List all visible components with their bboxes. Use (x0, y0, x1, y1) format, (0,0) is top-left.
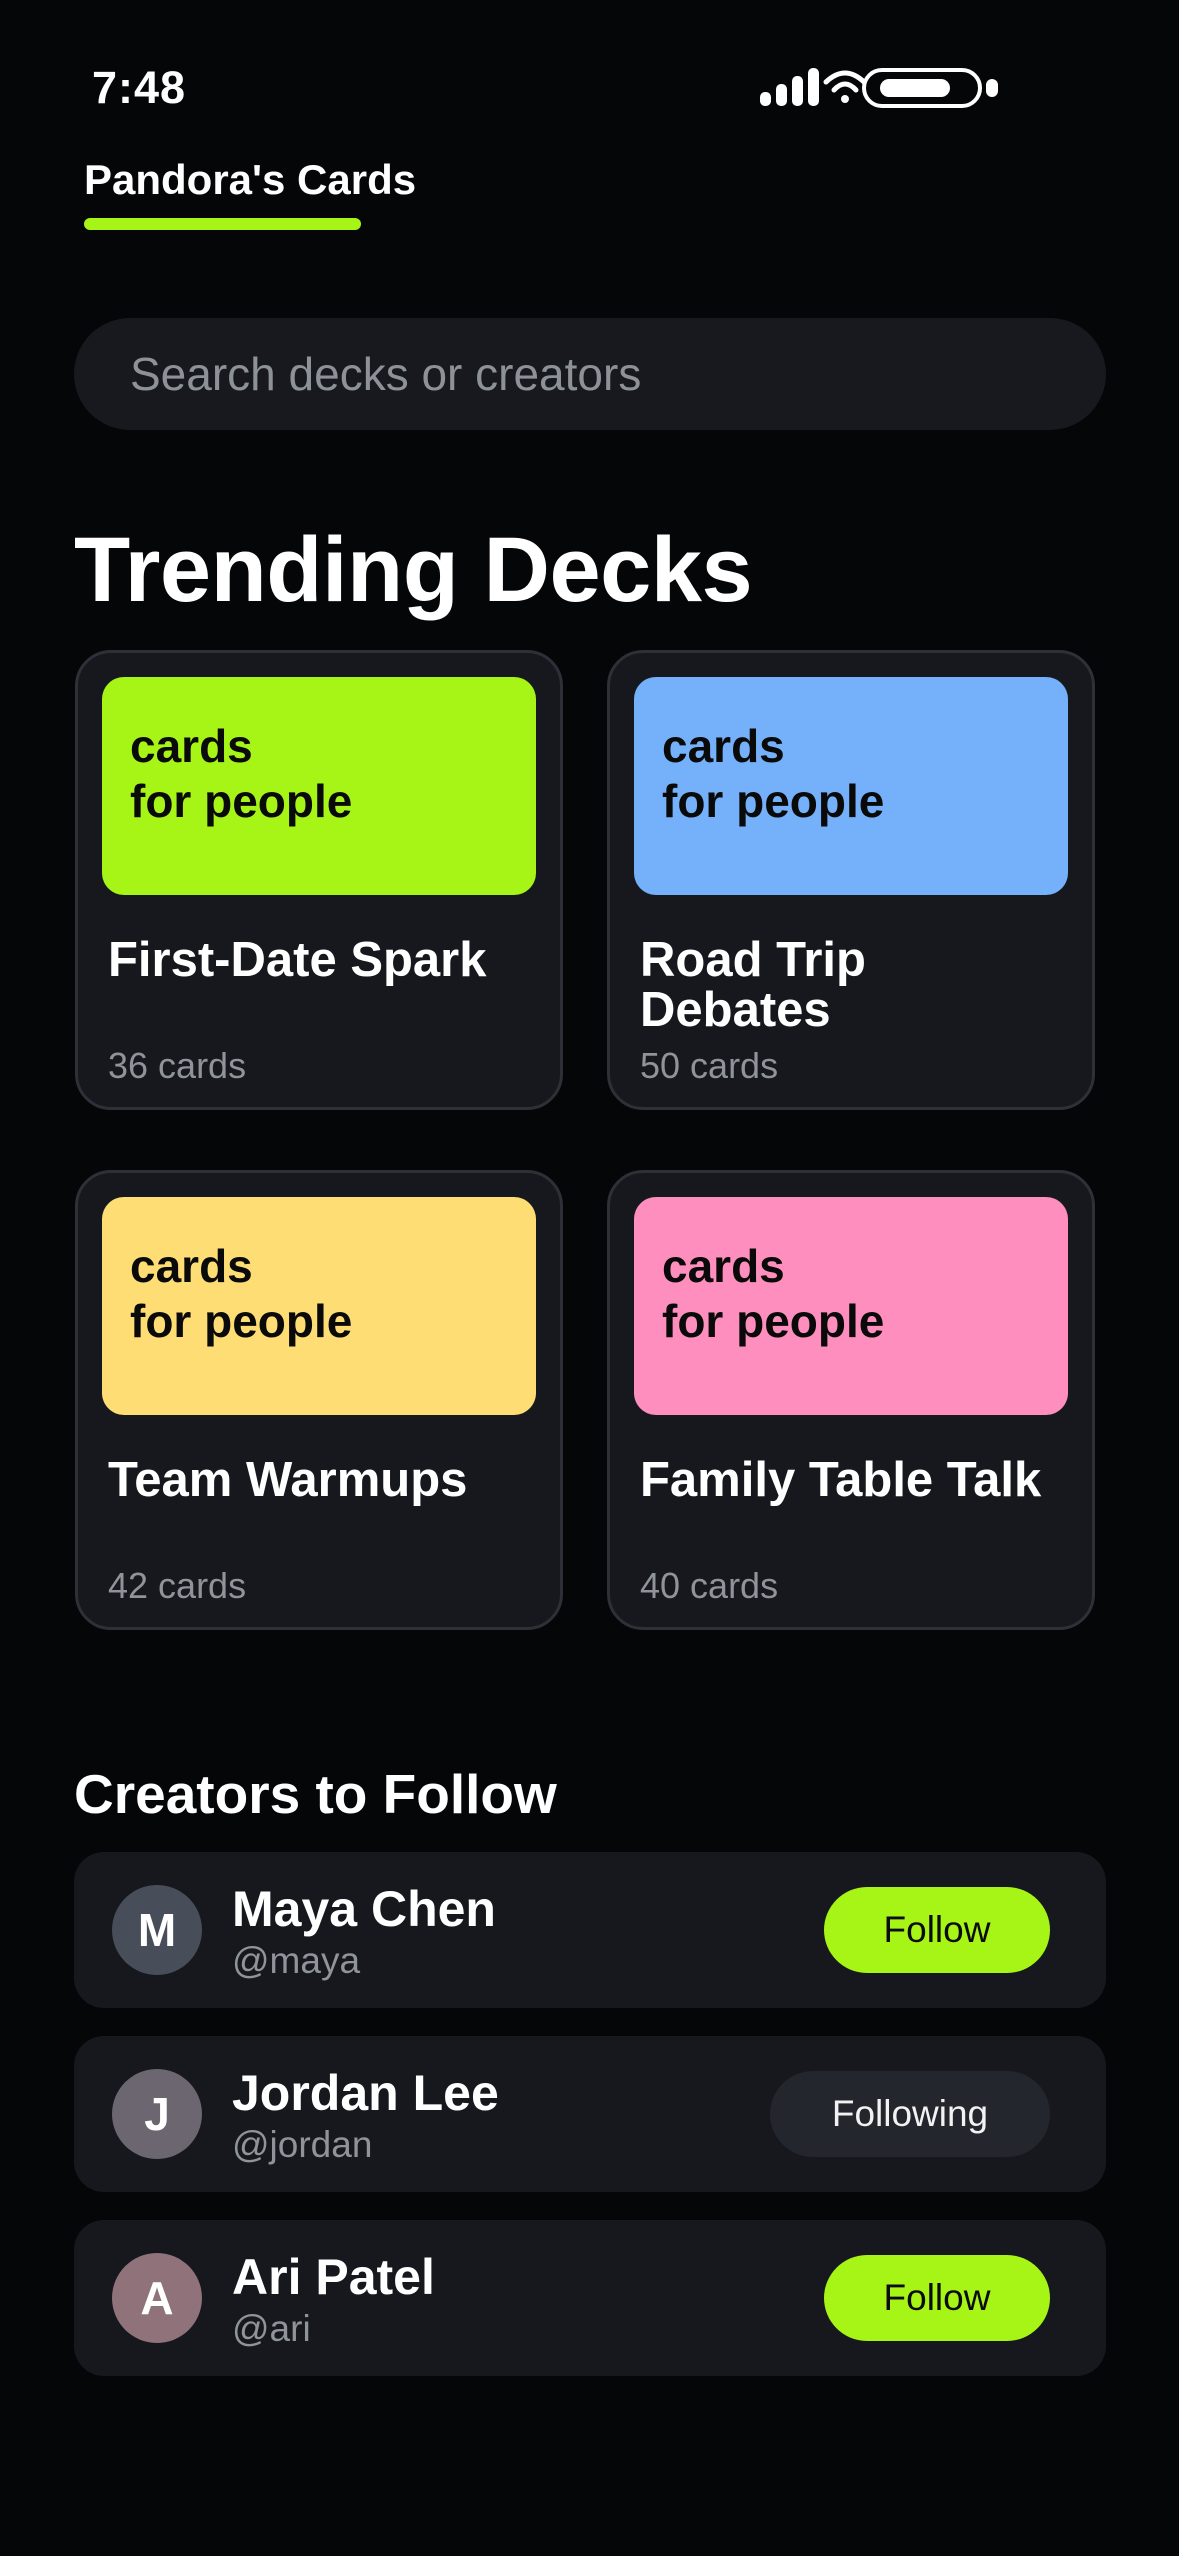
deck-cover: cards for people (102, 677, 536, 895)
deck-cover-text: cards for people (130, 1240, 353, 1347)
deck-cover-text: cards for people (662, 720, 885, 827)
status-icons (760, 64, 1000, 112)
battery-icon (862, 68, 982, 108)
deck-title: Team Warmups (108, 1453, 468, 1507)
deck-cover-text: cards for people (662, 1240, 885, 1347)
deck-cover-text: cards for people (130, 720, 353, 827)
creator-handle: @jordan (232, 2124, 373, 2165)
trending-decks-heading: Trending Decks (74, 519, 753, 621)
following-button[interactable]: Following (770, 2071, 1050, 2157)
creator-handle: @maya (232, 1940, 361, 1981)
creator-name: Ari Patel (232, 2249, 435, 2305)
signal-icon (760, 64, 820, 112)
deck-card[interactable]: cards for people Team Warmups 42 cards (75, 1170, 563, 1630)
deck-cover: cards for people (634, 1197, 1068, 1415)
app-screen: 7:48 Pandora's Cards Trending Deck (0, 0, 1179, 2556)
avatar: M (112, 1885, 202, 1975)
status-time: 7:48 (92, 62, 187, 113)
deck-cover: cards for people (634, 677, 1068, 895)
deck-title: Road Trip Debates (640, 933, 866, 1037)
follow-button[interactable]: Follow (824, 1887, 1050, 1973)
follow-button[interactable]: Follow (824, 2255, 1050, 2341)
deck-card[interactable]: cards for people Family Table Talk 40 ca… (607, 1170, 1095, 1630)
status-bar: 7:48 (0, 0, 1179, 140)
creator-handle: @ari (232, 2308, 311, 2349)
creator-name: Jordan Lee (232, 2065, 499, 2121)
deck-card-count: 42 cards (108, 1565, 247, 1606)
deck-card-count: 50 cards (640, 1045, 779, 1086)
creator-row[interactable]: M Maya Chen @maya Follow (74, 1852, 1106, 2008)
deck-card-count: 40 cards (640, 1565, 779, 1606)
search-input[interactable] (74, 318, 1106, 430)
deck-card-count: 36 cards (108, 1045, 247, 1086)
active-tab-indicator (84, 218, 361, 230)
deck-cover: cards for people (102, 1197, 536, 1415)
avatar: J (112, 2069, 202, 2159)
deck-card[interactable]: cards for people Road Trip Debates 50 ca… (607, 650, 1095, 1110)
deck-title: First-Date Spark (108, 933, 487, 987)
creator-row[interactable]: A Ari Patel @ari Follow (74, 2220, 1106, 2376)
deck-title: Family Table Talk (640, 1453, 1042, 1507)
creator-name: Maya Chen (232, 1881, 496, 1937)
brand-tab[interactable]: Pandora's Cards (84, 156, 417, 230)
creators-heading: Creators to Follow (74, 1763, 557, 1825)
battery-tip (986, 79, 998, 97)
avatar: A (112, 2253, 202, 2343)
brand-tab-label: Pandora's Cards (84, 156, 417, 203)
creator-row[interactable]: J Jordan Lee @jordan Following (74, 2036, 1106, 2192)
deck-card[interactable]: cards for people First-Date Spark 36 car… (75, 650, 563, 1110)
